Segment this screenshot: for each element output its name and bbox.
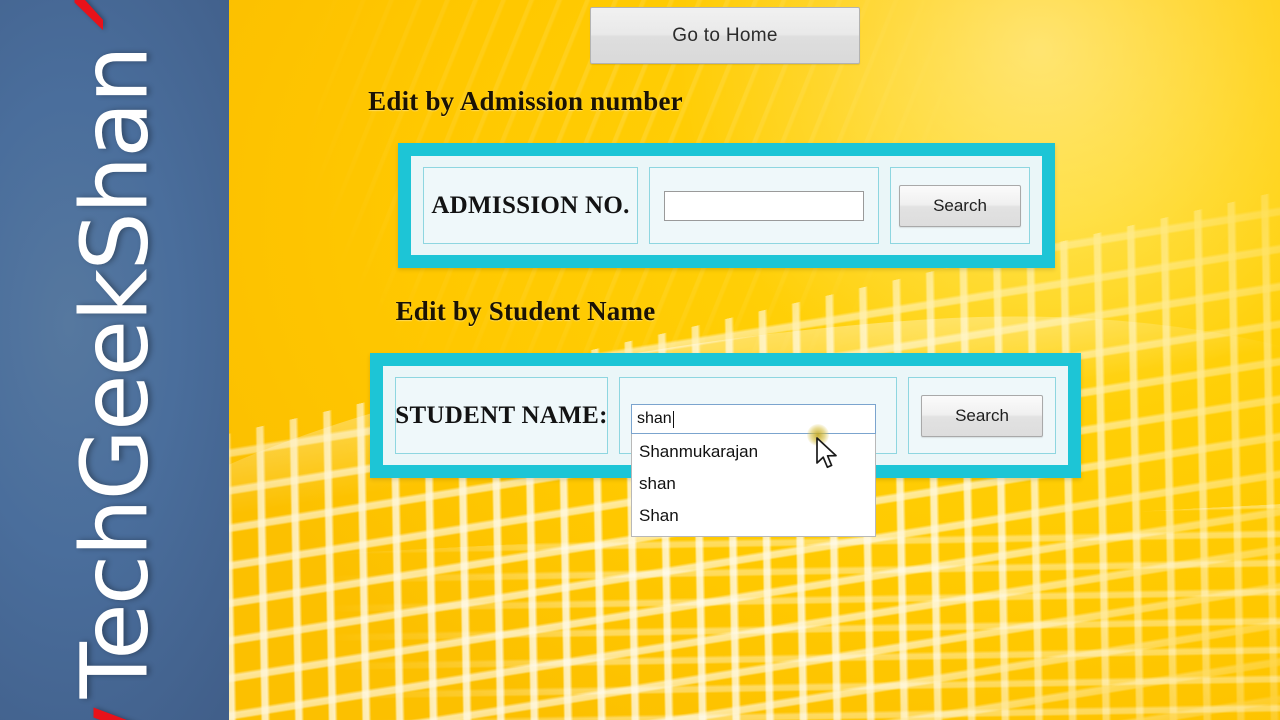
student-button-cell: Search bbox=[908, 377, 1056, 454]
chevron-up-accent-icon: ^ bbox=[53, 0, 175, 41]
admission-label-cell: ADMISSION NO. bbox=[423, 167, 638, 244]
page-content: Go to Home Edit by Admission number ADMI… bbox=[229, 0, 1280, 720]
brand-name: TechGeekShan bbox=[61, 47, 168, 699]
page-canvas: Go to Home Edit by Admission number ADMI… bbox=[229, 0, 1280, 720]
list-item[interactable]: Shanmukarajan bbox=[632, 436, 875, 468]
admission-section-heading: Edit by Admission number bbox=[368, 86, 683, 116]
app-screen: < v TechGeekShan ^ > Go to Home Edit by … bbox=[0, 0, 1280, 720]
admission-input-cell bbox=[649, 167, 879, 244]
go-to-home-button[interactable]: Go to Home bbox=[590, 7, 860, 64]
admission-button-cell: Search bbox=[890, 167, 1030, 244]
admission-number-label: ADMISSION NO. bbox=[431, 191, 630, 219]
list-item[interactable]: shan bbox=[632, 468, 875, 500]
student-name-label: STUDENT NAME: bbox=[395, 401, 608, 429]
admission-panel-inner: ADMISSION NO. Search bbox=[411, 156, 1042, 255]
chevron-down-accent-icon: v bbox=[53, 704, 175, 720]
admission-search-button[interactable]: Search bbox=[899, 184, 1021, 227]
student-autocomplete: shan Shanmukarajan shan Shan bbox=[631, 404, 876, 537]
admission-search-panel: ADMISSION NO. Search bbox=[398, 143, 1055, 268]
brand-sidebar: < v TechGeekShan ^ > bbox=[0, 0, 229, 720]
student-section-heading: Edit by Student Name bbox=[395, 296, 656, 326]
list-item[interactable]: Shan bbox=[632, 500, 875, 532]
text-caret bbox=[672, 410, 674, 428]
brand-logo: < v TechGeekShan ^ > bbox=[0, 0, 229, 720]
student-name-input[interactable]: shan bbox=[631, 404, 876, 434]
student-search-button[interactable]: Search bbox=[921, 394, 1043, 437]
student-name-input-value: shan bbox=[637, 410, 672, 427]
autocomplete-suggestion-list[interactable]: Shanmukarajan shan Shan bbox=[631, 434, 876, 537]
student-label-cell: STUDENT NAME: bbox=[395, 377, 608, 454]
admission-number-input[interactable] bbox=[664, 190, 864, 221]
